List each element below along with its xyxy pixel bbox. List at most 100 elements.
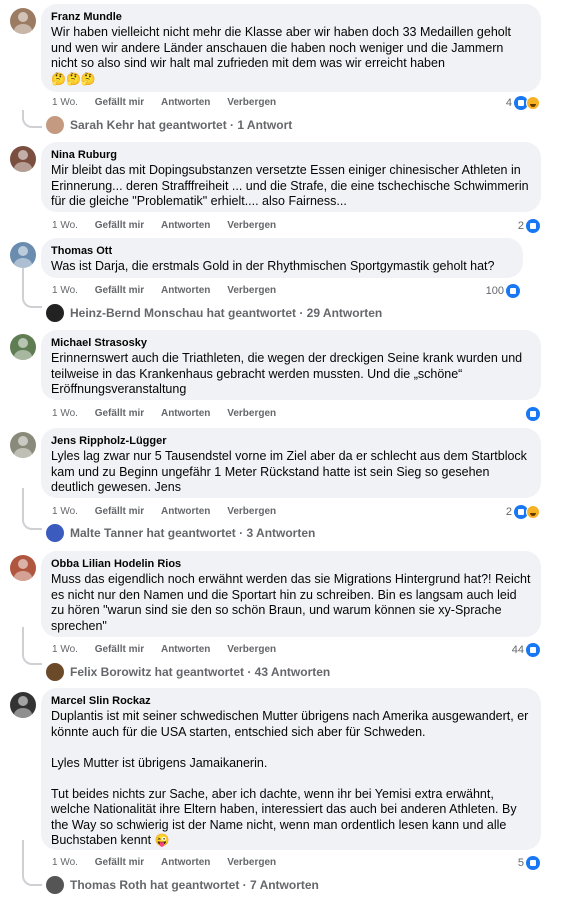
hide-button[interactable]: Verbergen bbox=[227, 506, 276, 517]
reply-button[interactable]: Antworten bbox=[161, 285, 210, 296]
thread-connector bbox=[22, 840, 42, 886]
thread-connector bbox=[22, 488, 42, 530]
comment-author[interactable]: Thomas Ott bbox=[51, 244, 513, 259]
avatar[interactable] bbox=[10, 242, 36, 268]
comment-time[interactable]: 1 Wo. bbox=[52, 506, 78, 517]
reaction-count[interactable]: 5 bbox=[518, 855, 540, 871]
comment-actions: 1 Wo. Gefällt mir Antworten Verbergen bbox=[52, 856, 290, 870]
comment-text: Duplantis ist mit seiner schwedischen Mu… bbox=[51, 709, 529, 847]
thread-connector bbox=[22, 268, 42, 308]
comment-time[interactable]: 1 Wo. bbox=[52, 857, 78, 868]
comment-bubble: Obba Lilian Hodelin Rios Muss das eigend… bbox=[41, 551, 541, 637]
comment-bubble: Franz Mundle Wir haben vielleicht nicht … bbox=[41, 4, 541, 92]
hide-button[interactable]: Verbergen bbox=[227, 220, 276, 231]
comment-author[interactable]: Marcel Slin Rockaz bbox=[51, 694, 531, 709]
reaction-count[interactable]: 100 bbox=[486, 283, 520, 299]
reply-button[interactable]: Antworten bbox=[161, 408, 210, 419]
view-replies-link[interactable]: Felix Borowitz hat geantwortet · 43 Antw… bbox=[46, 663, 330, 681]
replier-avatar bbox=[46, 876, 64, 894]
replies-summary: Sarah Kehr hat geantwortet · 1 Antwort bbox=[70, 118, 293, 132]
reaction-number: 2 bbox=[517, 220, 524, 232]
replies-summary: Heinz-Bernd Monschau hat geantwortet · 2… bbox=[70, 306, 383, 320]
comment-bubble: Thomas Ott Was ist Darja, die erstmals G… bbox=[41, 238, 523, 278]
comment-time[interactable]: 1 Wo. bbox=[52, 644, 78, 655]
thinking-emoji: 🤔🤔🤔 bbox=[51, 71, 96, 86]
comment-bubble: Jens Rippholz-Lügger Lyles lag zwar nur … bbox=[41, 428, 541, 498]
replier-avatar bbox=[46, 663, 64, 681]
comment-author[interactable]: Obba Lilian Hodelin Rios bbox=[51, 557, 531, 572]
like-reaction-icon bbox=[526, 856, 540, 870]
like-button[interactable]: Gefällt mir bbox=[95, 506, 144, 517]
avatar[interactable] bbox=[10, 555, 36, 581]
thread-connector bbox=[22, 627, 42, 665]
comment-actions: 1 Wo. Gefällt mir Antworten Verbergen bbox=[52, 96, 290, 110]
hide-button[interactable]: Verbergen bbox=[227, 644, 276, 655]
comment-time[interactable]: 1 Wo. bbox=[52, 408, 78, 419]
comment-text: Wir haben vielleicht nicht mehr die Klas… bbox=[51, 25, 511, 86]
hide-button[interactable]: Verbergen bbox=[227, 408, 276, 419]
comment-actions: 1 Wo. Gefällt mir Antworten Verbergen bbox=[52, 505, 290, 519]
reaction-count[interactable]: 2 bbox=[518, 218, 540, 234]
like-button[interactable]: Gefällt mir bbox=[95, 644, 144, 655]
view-replies-link[interactable]: Malte Tanner hat geantwortet · 3 Antwort… bbox=[46, 524, 315, 542]
reaction-number: 5 bbox=[517, 857, 524, 869]
comment-bubble: Nina Ruburg Mir bleibt das mit Dopingsub… bbox=[41, 142, 541, 212]
avatar[interactable] bbox=[10, 146, 36, 172]
comment-time[interactable]: 1 Wo. bbox=[52, 285, 78, 296]
like-reaction-icon bbox=[526, 219, 540, 233]
like-button[interactable]: Gefällt mir bbox=[95, 857, 144, 868]
comment-author[interactable]: Franz Mundle bbox=[51, 10, 531, 25]
avatar[interactable] bbox=[10, 8, 36, 34]
comment-text: Muss das eigendlich noch erwähnt werden … bbox=[51, 572, 531, 633]
view-replies-link[interactable]: Sarah Kehr hat geantwortet · 1 Antwort bbox=[46, 116, 292, 134]
view-replies-link[interactable]: Thomas Roth hat geantwortet · 7 Antworte… bbox=[46, 876, 319, 894]
reaction-count[interactable]: 44 bbox=[512, 642, 540, 658]
reply-button[interactable]: Antworten bbox=[161, 644, 210, 655]
comment-text: Mir bleibt das mit Dopingsubstanzen vers… bbox=[51, 163, 529, 208]
replier-avatar bbox=[46, 524, 64, 542]
comment-actions: 1 Wo. Gefällt mir Antworten Verbergen bbox=[52, 219, 290, 233]
like-reaction-icon bbox=[526, 407, 540, 421]
reaction-number: 100 bbox=[485, 285, 504, 297]
hide-button[interactable]: Verbergen bbox=[227, 97, 276, 108]
view-replies-link[interactable]: Heinz-Bernd Monschau hat geantwortet · 2… bbox=[46, 304, 382, 322]
reaction-number: 2 bbox=[505, 506, 512, 518]
reaction-number: 44 bbox=[511, 644, 524, 656]
comment-actions: 1 Wo. Gefällt mir Antworten Verbergen bbox=[52, 643, 290, 657]
hide-button[interactable]: Verbergen bbox=[227, 285, 276, 296]
reply-button[interactable]: Antworten bbox=[161, 506, 210, 517]
comment-author[interactable]: Michael Strasosky bbox=[51, 336, 531, 351]
reply-button[interactable]: Antworten bbox=[161, 857, 210, 868]
thread-connector bbox=[22, 110, 42, 128]
like-button[interactable]: Gefällt mir bbox=[95, 285, 144, 296]
comment-time[interactable]: 1 Wo. bbox=[52, 220, 78, 231]
avatar[interactable] bbox=[10, 692, 36, 718]
reply-button[interactable]: Antworten bbox=[161, 97, 210, 108]
comment-actions: 1 Wo. Gefällt mir Antworten Verbergen bbox=[52, 284, 290, 298]
reaction-count[interactable] bbox=[526, 406, 540, 422]
comment-time[interactable]: 1 Wo. bbox=[52, 97, 78, 108]
reply-button[interactable]: Antworten bbox=[161, 220, 210, 231]
avatar[interactable] bbox=[10, 334, 36, 360]
comment-text: Erinnernswert auch die Triathleten, die … bbox=[51, 351, 523, 396]
comment-text: Lyles lag zwar nur 5 Tausendstel vorne i… bbox=[51, 449, 527, 494]
reaction-number: 4 bbox=[505, 97, 512, 109]
reaction-count[interactable]: 2 bbox=[506, 504, 540, 520]
winking-emoji: 😜 bbox=[154, 833, 170, 847]
avatar[interactable] bbox=[10, 432, 36, 458]
comment-bubble: Michael Strasosky Erinnernswert auch die… bbox=[41, 330, 541, 400]
like-button[interactable]: Gefällt mir bbox=[95, 408, 144, 419]
like-button[interactable]: Gefällt mir bbox=[95, 220, 144, 231]
like-reaction-icon bbox=[506, 284, 520, 298]
haha-reaction-icon bbox=[526, 505, 540, 519]
replies-summary: Felix Borowitz hat geantwortet · 43 Antw… bbox=[70, 665, 331, 679]
comment-bubble: Marcel Slin Rockaz Duplantis ist mit sei… bbox=[41, 688, 541, 850]
hide-button[interactable]: Verbergen bbox=[227, 857, 276, 868]
comment-author[interactable]: Jens Rippholz-Lügger bbox=[51, 434, 531, 449]
replier-avatar bbox=[46, 116, 64, 134]
replies-summary: Malte Tanner hat geantwortet · 3 Antwort… bbox=[70, 526, 316, 540]
like-button[interactable]: Gefällt mir bbox=[95, 97, 144, 108]
comment-actions: 1 Wo. Gefällt mir Antworten Verbergen bbox=[52, 407, 290, 421]
reaction-count[interactable]: 4 bbox=[506, 95, 540, 111]
comment-author[interactable]: Nina Ruburg bbox=[51, 148, 531, 163]
